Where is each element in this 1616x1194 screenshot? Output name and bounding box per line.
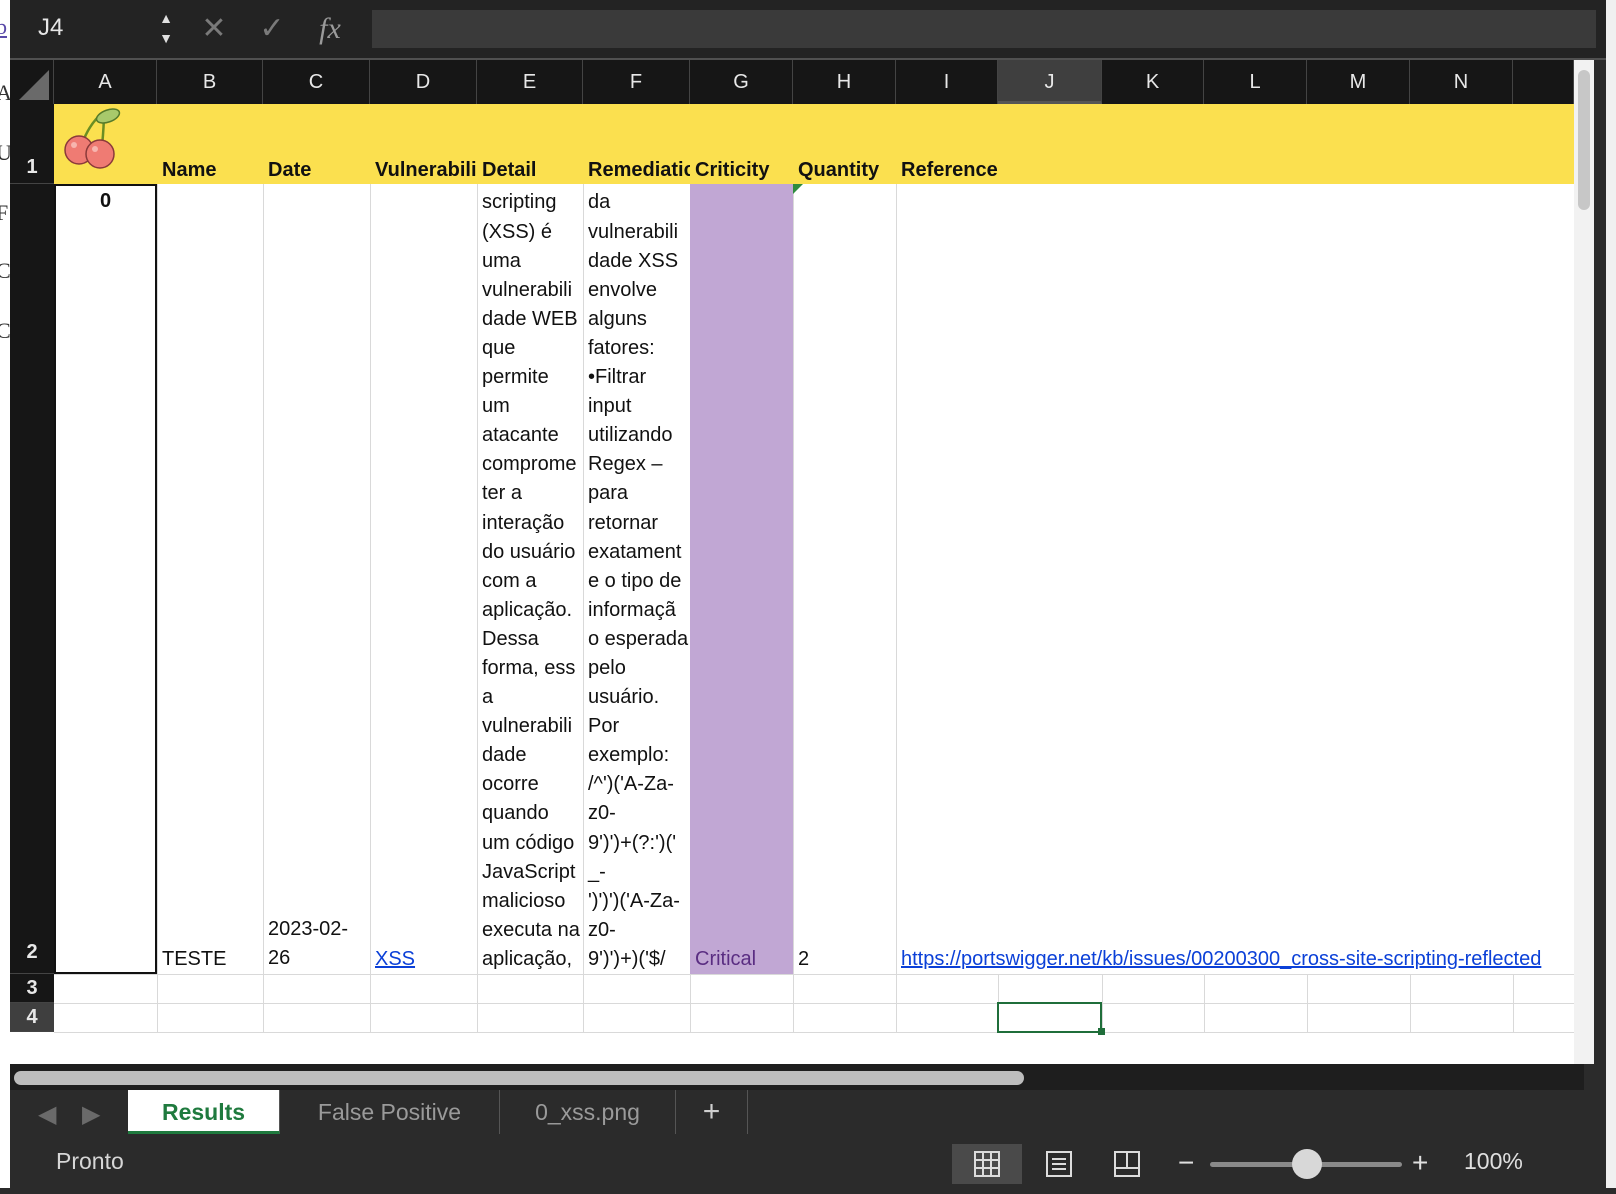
status-bar: Pronto − + 100% [10, 1140, 1606, 1188]
column-header-l[interactable]: L [1204, 60, 1307, 104]
column-header-e[interactable]: E [477, 60, 583, 104]
background-window-strip: b A U F C C [0, 0, 10, 1188]
row-header-3[interactable]: 3 [10, 974, 54, 1003]
column-header-h[interactable]: H [793, 60, 896, 104]
cherries-icon [64, 108, 121, 169]
name-box-stepper-icon[interactable]: ▲ ▼ [154, 8, 178, 50]
page-break-view-button[interactable] [1092, 1144, 1162, 1184]
column-header-j[interactable]: J [998, 60, 1102, 104]
next-sheet-icon[interactable]: ▶ [82, 1100, 100, 1129]
grid-view-icon [974, 1151, 1000, 1177]
tab-xss-png[interactable]: 0_xss.png [500, 1090, 676, 1134]
formula-input[interactable] [372, 10, 1596, 48]
cell-b2[interactable]: TESTE [157, 944, 263, 974]
cell-e2[interactable]: O Cross site scripting (XSS) é uma vulne… [477, 184, 583, 974]
insert-function-icon[interactable]: fx [310, 10, 350, 48]
page-layout-view-button[interactable] [1024, 1144, 1094, 1184]
cell-c2[interactable]: 2023-02- 26 [263, 915, 370, 974]
zoom-in-button[interactable]: + [1412, 1144, 1428, 1182]
tab-false-positive[interactable]: False Positive [280, 1090, 500, 1134]
cell-a2[interactable]: 0 [54, 184, 157, 974]
selected-cell-j4[interactable] [997, 1002, 1102, 1033]
previous-sheet-icon[interactable]: ◀ [38, 1100, 56, 1129]
header-detail[interactable]: Detail [477, 104, 583, 184]
row-header-1[interactable]: 1 [10, 104, 54, 184]
zoom-slider-handle[interactable] [1292, 1149, 1322, 1179]
column-header-g[interactable]: G [690, 60, 793, 104]
zoom-level[interactable]: 100% [1464, 1148, 1523, 1175]
column-header-n[interactable]: N [1410, 60, 1513, 104]
select-all-corner[interactable] [10, 60, 54, 104]
column-header-d[interactable]: D [370, 60, 477, 104]
background-char: A [0, 80, 10, 105]
background-char: C [0, 258, 10, 283]
cell-e2-text: O Cross site scripting (XSS) é uma vulne… [482, 184, 580, 970]
window-edge [1606, 0, 1616, 1188]
cell-h2[interactable]: 2 [793, 944, 896, 974]
row-header-4[interactable]: 4 [10, 1003, 54, 1032]
fill-handle[interactable] [1098, 1028, 1105, 1035]
horizontal-scroll-thumb[interactable] [14, 1071, 1024, 1085]
header-remediation[interactable]: Remediatic [583, 104, 690, 184]
spreadsheet-grid[interactable]: A B C D E F G H I J K L M N 1 2 3 4 Name… [10, 60, 1594, 1064]
background-char: b [0, 14, 7, 39]
column-header-a[interactable]: A [54, 60, 157, 104]
vertical-scrollbar[interactable] [1574, 60, 1594, 1064]
column-header-c[interactable]: C [263, 60, 370, 104]
criticity-fill [690, 184, 793, 974]
page-break-icon [1114, 1151, 1140, 1177]
column-header-partial[interactable] [1513, 60, 1574, 104]
column-header-f[interactable]: F [583, 60, 690, 104]
background-char: U [0, 140, 10, 165]
page-layout-icon [1046, 1151, 1072, 1177]
sheet-tab-bar: ◀ ▶ Results False Positive 0_xss.png + [10, 1090, 1606, 1140]
column-header-i[interactable]: I [896, 60, 998, 104]
background-char: C [0, 318, 10, 343]
header-name[interactable]: Name [157, 104, 263, 184]
header-reference[interactable]: Reference [896, 104, 1096, 184]
cell-i2-reference-link[interactable]: https://portswigger.net/kb/issues/002003… [896, 944, 1572, 974]
cell-f2[interactable]: A prevenção da vulnerabili dade XSS envo… [583, 184, 690, 974]
cell-g2-criticity[interactable]: Critical [690, 944, 793, 974]
header-criticity[interactable]: Criticity [690, 104, 793, 184]
background-char: F [0, 200, 9, 225]
status-text: Pronto [56, 1148, 124, 1174]
cancel-icon[interactable]: ✕ [194, 10, 234, 48]
cell-d2-link[interactable]: XSS [370, 944, 477, 974]
zoom-out-button[interactable]: − [1178, 1144, 1194, 1182]
add-sheet-button[interactable]: + [676, 1090, 748, 1134]
cell-f2-text: A prevenção da vulnerabili dade XSS envo… [588, 184, 689, 970]
formula-bar: J4 ▲▼ ✕ ✓ fx ▼ [10, 0, 1616, 60]
column-header-k[interactable]: K [1102, 60, 1204, 104]
comment-indicator-icon [793, 184, 803, 194]
tab-results[interactable]: Results [128, 1090, 280, 1134]
vertical-scroll-thumb[interactable] [1578, 70, 1590, 210]
check-icon[interactable]: ✓ [252, 10, 292, 48]
horizontal-scrollbar[interactable] [10, 1064, 1584, 1090]
header-quantity[interactable]: Quantity [793, 104, 896, 184]
column-header-b[interactable]: B [157, 60, 263, 104]
column-header-m[interactable]: M [1307, 60, 1410, 104]
header-vulnerability[interactable]: Vulnerabili [370, 104, 477, 184]
normal-view-button[interactable] [952, 1144, 1022, 1184]
row-header-2[interactable]: 2 [10, 184, 54, 974]
header-date[interactable]: Date [263, 104, 370, 184]
